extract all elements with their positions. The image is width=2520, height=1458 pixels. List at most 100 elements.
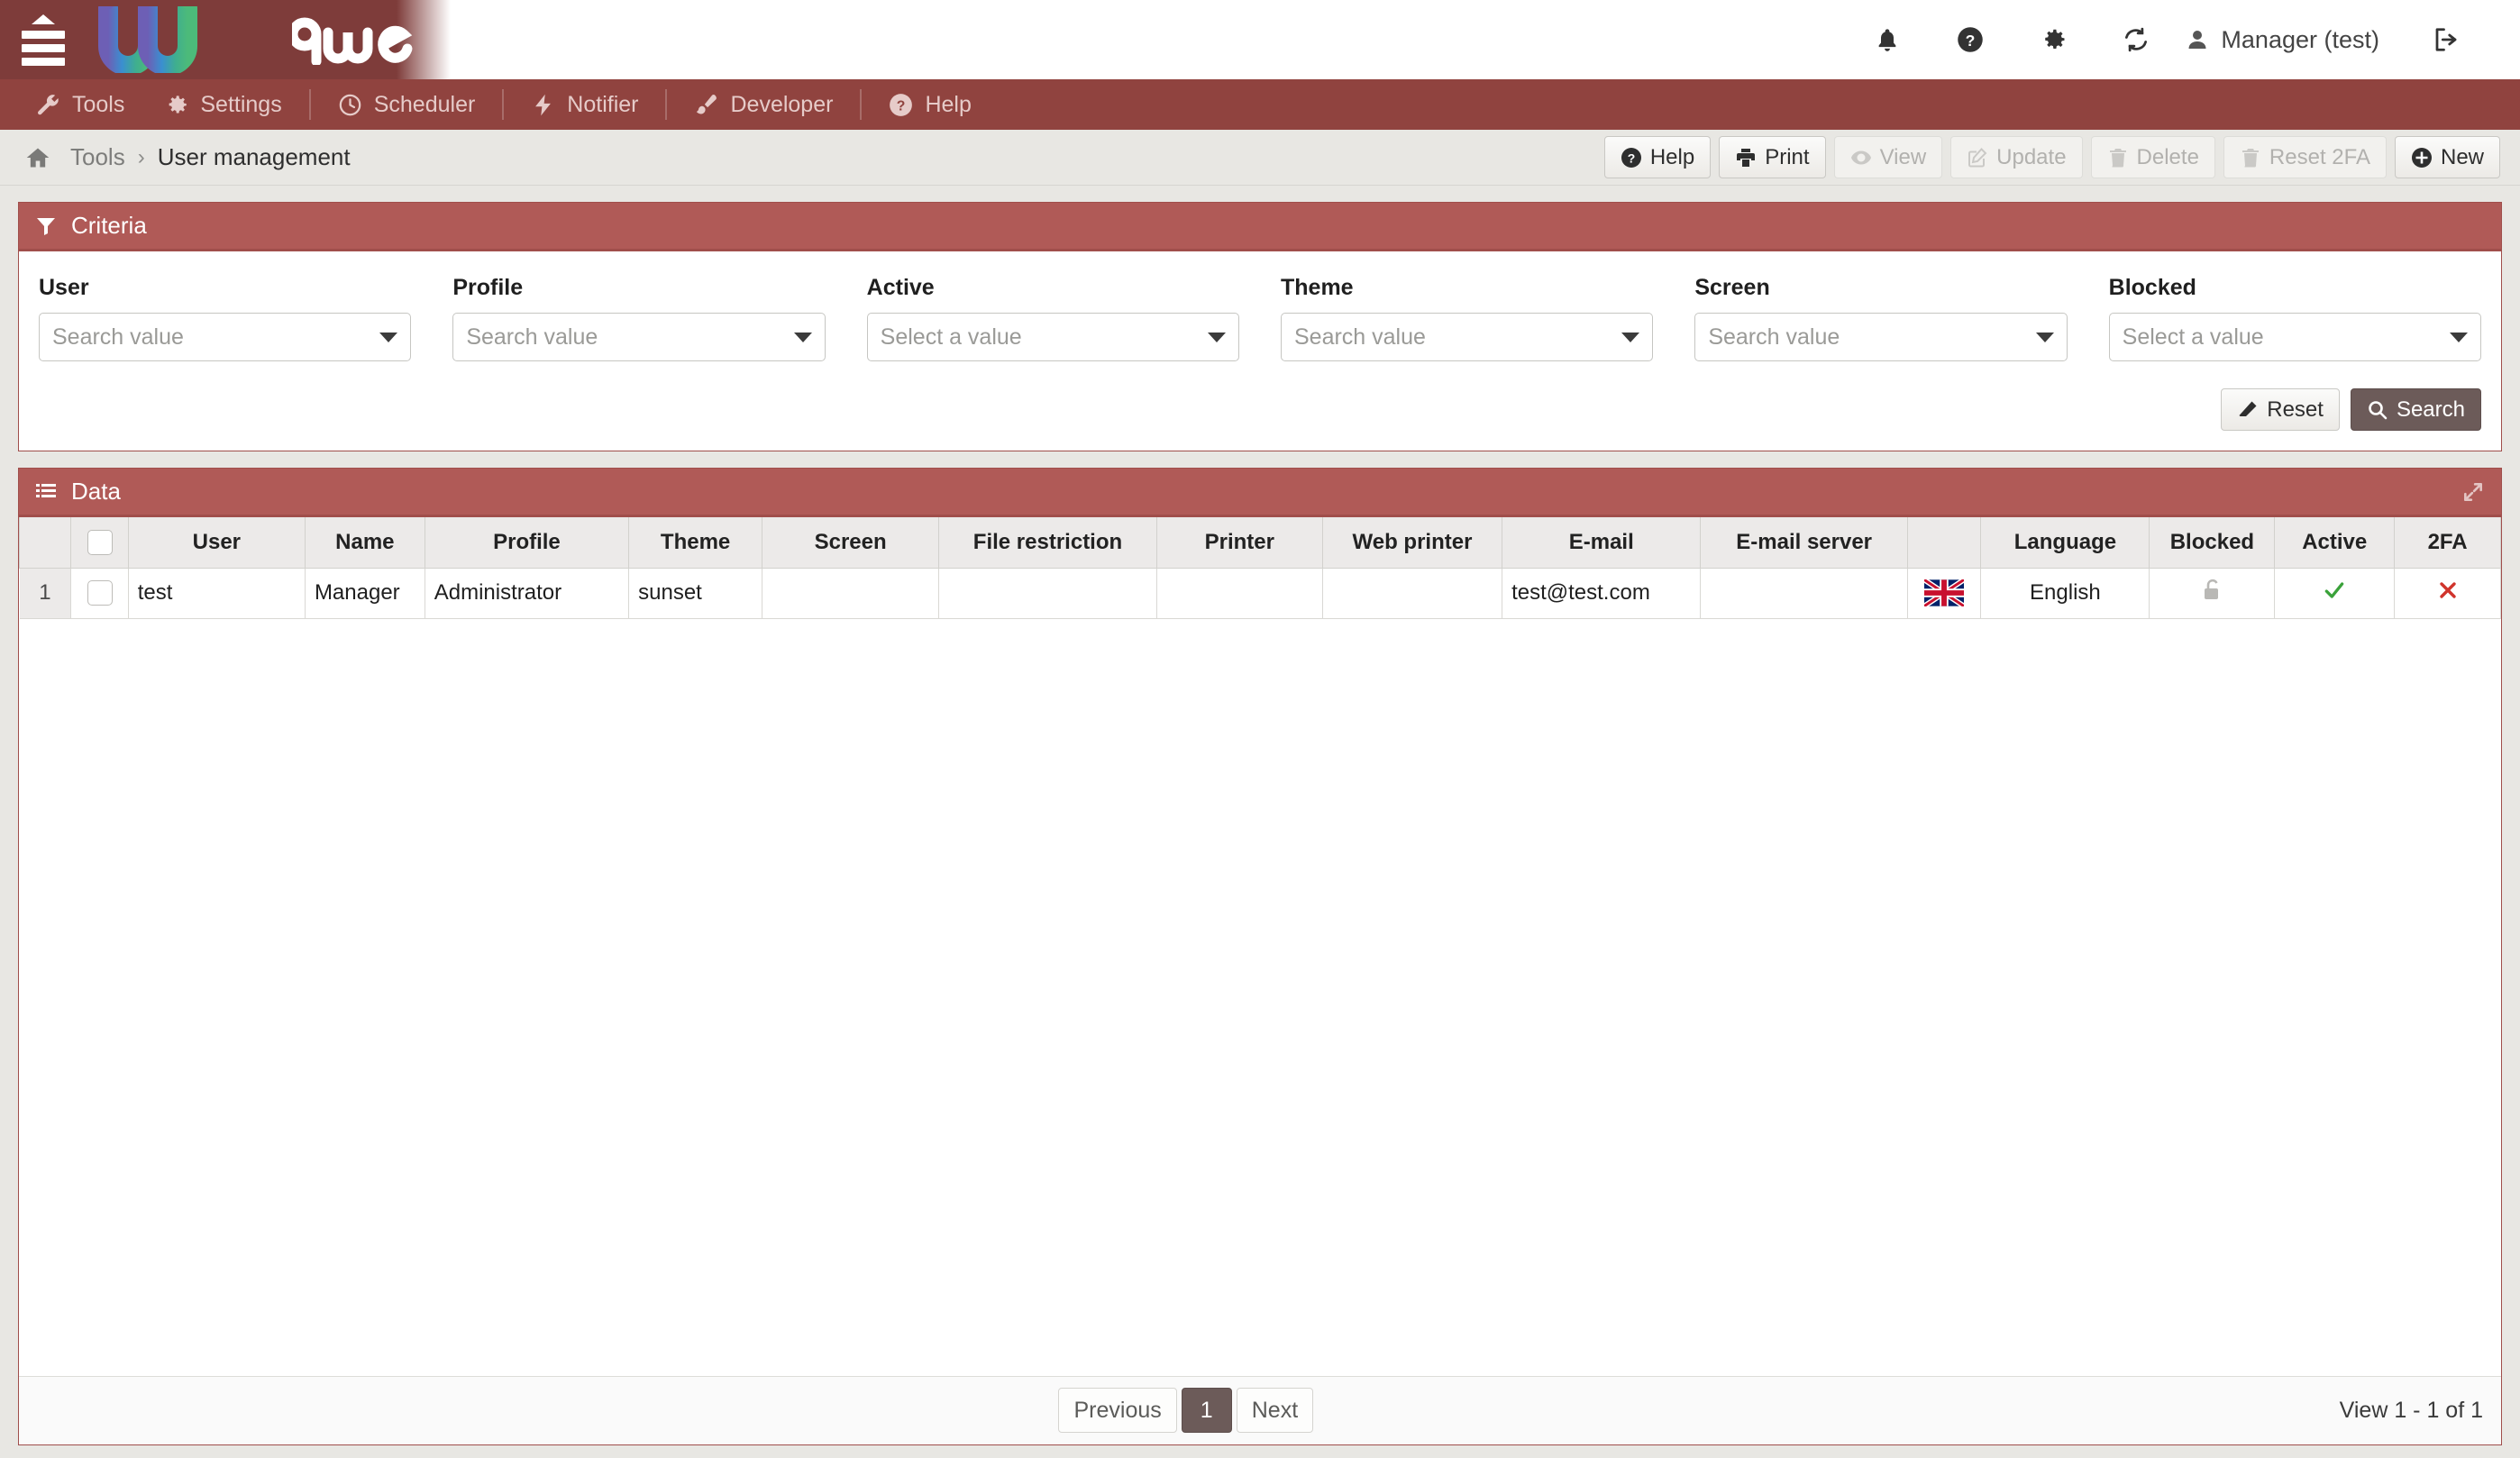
- criteria-footer: Reset Search: [19, 370, 2501, 451]
- active-select[interactable]: Select a value: [866, 313, 1239, 361]
- field-label: Active: [866, 275, 935, 300]
- table-empty-space: [19, 618, 2501, 1376]
- cell-web-printer: [1321, 567, 1503, 619]
- pagination-next[interactable]: Next: [1236, 1388, 1314, 1433]
- col-active[interactable]: Active: [2274, 517, 2396, 569]
- col-screen[interactable]: Screen: [762, 517, 940, 569]
- col-name[interactable]: Name: [304, 517, 425, 569]
- trash-icon: [2242, 148, 2259, 167]
- row-select-cell: [70, 567, 129, 619]
- criteria-field-blocked: Blocked Select a value: [2108, 275, 2481, 361]
- col-language[interactable]: Language: [1980, 517, 2150, 569]
- breadcrumb-parent[interactable]: Tools: [70, 143, 125, 171]
- menu-item-help[interactable]: ? Help: [869, 79, 991, 130]
- button-label: View: [1879, 144, 1927, 169]
- menu-toggle-triangle-icon: [32, 14, 55, 24]
- menu-item-developer[interactable]: Developer: [674, 79, 853, 130]
- logo-wordmark: [292, 17, 413, 65]
- select-all-checkbox[interactable]: [87, 530, 113, 556]
- table-row[interactable]: 1 test Manager Administrator sunset test…: [19, 567, 2501, 619]
- view-button[interactable]: View: [1833, 136, 1943, 178]
- search-button[interactable]: Search: [2350, 388, 2481, 431]
- col-2fa[interactable]: 2FA: [2394, 517, 2501, 569]
- blocked-select[interactable]: Select a value: [2108, 313, 2481, 361]
- user-select[interactable]: Search value: [39, 313, 412, 361]
- expand-arrows-icon[interactable]: [2461, 480, 2485, 504]
- cell-blocked: [2149, 567, 2276, 619]
- col-theme[interactable]: Theme: [628, 517, 763, 569]
- new-button[interactable]: New: [2394, 136, 2500, 178]
- app-logo[interactable]: [94, 0, 427, 79]
- topbar-actions: ? Manager (test): [1846, 0, 2520, 79]
- bell-icon[interactable]: [1846, 0, 1929, 79]
- button-label: Print: [1765, 144, 1810, 169]
- button-label: Reset: [2267, 396, 2324, 422]
- cell-flag: [1906, 567, 1982, 619]
- col-printer[interactable]: Printer: [1155, 517, 1323, 569]
- cell-active: [2274, 567, 2396, 619]
- list-icon: [35, 481, 57, 503]
- col-web-printer[interactable]: Web printer: [1321, 517, 1503, 569]
- criteria-body: User Search value Profile Search value A…: [19, 251, 2501, 370]
- cell-profile: Administrator: [424, 567, 630, 619]
- menu-item-scheduler[interactable]: Scheduler: [318, 79, 496, 130]
- menu-item-tools[interactable]: Tools: [16, 79, 144, 130]
- reset-button[interactable]: Reset: [2221, 388, 2340, 431]
- theme-select[interactable]: Search value: [1281, 313, 1654, 361]
- question-circle-icon: ?: [1621, 147, 1641, 168]
- pencil-square-icon: [1968, 147, 1987, 167]
- menu-item-notifier[interactable]: Notifier: [511, 79, 658, 130]
- delete-button[interactable]: Delete: [2090, 136, 2215, 178]
- row-checkbox[interactable]: [87, 580, 113, 606]
- question-circle-icon[interactable]: ?: [1929, 0, 2012, 79]
- user-icon: [2188, 31, 2206, 49]
- main-content: Criteria User Search value Profile Searc…: [0, 202, 2520, 1445]
- menu-item-settings[interactable]: Settings: [144, 79, 301, 130]
- col-email-server[interactable]: E-mail server: [1700, 517, 1908, 569]
- main-menu-bar: Tools Settings Scheduler Notifier Develo…: [0, 79, 2520, 130]
- col-file-restriction[interactable]: File restriction: [938, 517, 1157, 569]
- svg-text:?: ?: [1966, 32, 1976, 50]
- screen-select[interactable]: Search value: [1694, 313, 2068, 361]
- cell-language: English: [1980, 567, 2150, 619]
- pagination-page-1[interactable]: 1: [1181, 1388, 1232, 1433]
- paintbrush-icon: [697, 94, 717, 114]
- pagination-previous[interactable]: Previous: [1058, 1388, 1177, 1433]
- col-profile[interactable]: Profile: [424, 517, 630, 569]
- top-bar: ? Manager (test): [0, 0, 2520, 79]
- reset-2fa-button[interactable]: Reset 2FA: [2223, 136, 2387, 178]
- print-button[interactable]: Print: [1719, 136, 1826, 178]
- menu-toggle-button[interactable]: [0, 14, 87, 66]
- chevron-down-icon: [1208, 332, 1226, 342]
- refresh-icon[interactable]: [2095, 0, 2178, 79]
- profile-select[interactable]: Search value: [452, 313, 826, 361]
- criteria-panel-header: Criteria: [19, 203, 2501, 251]
- help-button[interactable]: ? Help: [1603, 136, 1712, 178]
- select-placeholder: Select a value: [880, 323, 1022, 350]
- page-title: User management: [157, 143, 351, 170]
- cell-file-restriction: [938, 567, 1157, 619]
- filter-icon: [35, 215, 57, 237]
- select-placeholder: Search value: [466, 323, 598, 350]
- users-table: User Name Profile Theme Screen File rest…: [18, 517, 2501, 619]
- bolt-icon: [535, 94, 552, 115]
- field-label: User: [39, 275, 89, 300]
- gear-icon[interactable]: [2012, 0, 2095, 79]
- data-panel-header: Data: [19, 469, 2501, 517]
- col-blocked[interactable]: Blocked: [2149, 517, 2276, 569]
- criteria-field-theme: Theme Search value: [1281, 275, 1654, 361]
- home-icon[interactable]: [25, 145, 50, 170]
- plus-circle-icon: [2411, 147, 2432, 168]
- select-placeholder: Select a value: [2122, 323, 2264, 350]
- cell-printer: [1155, 567, 1323, 619]
- user-menu[interactable]: Manager (test): [2178, 0, 2405, 79]
- update-button[interactable]: Update: [1950, 136, 2083, 178]
- col-user[interactable]: User: [127, 517, 306, 569]
- col-email[interactable]: E-mail: [1502, 517, 1702, 569]
- table-header-row: User Name Profile Theme Screen File rest…: [18, 517, 2501, 569]
- field-label: Blocked: [2108, 275, 2196, 300]
- action-toolbar: ? Help Print View Update Delete Reset 2F…: [1603, 136, 2500, 178]
- logout-icon[interactable]: [2405, 0, 2488, 79]
- svg-text:?: ?: [1628, 150, 1636, 165]
- uk-flag-icon: [1924, 579, 1965, 606]
